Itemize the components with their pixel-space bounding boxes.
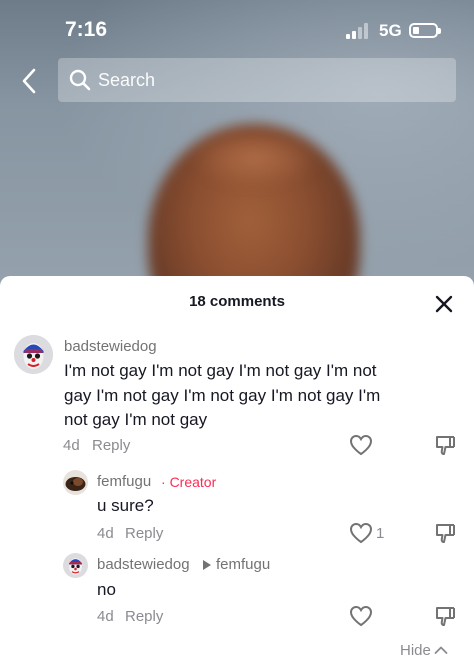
creator-badge: · Creator	[161, 474, 216, 490]
status-time: 7:16	[64, 18, 108, 41]
chevron-left-icon	[22, 68, 36, 94]
signal-strength-icon	[346, 23, 372, 39]
thumbs-down-icon	[436, 436, 455, 455]
chevron-up-icon	[434, 646, 448, 654]
network-type: 5G	[379, 21, 402, 40]
like-count: 1	[376, 525, 385, 542]
like-button[interactable]	[348, 433, 374, 457]
heart-outline-icon	[349, 522, 373, 544]
creator-badge-label: Creator	[169, 474, 217, 490]
avatar[interactable]	[14, 335, 53, 374]
dislike-button[interactable]	[433, 434, 457, 458]
comment-count: 18 comments	[189, 293, 285, 310]
badge-separator: ·	[161, 474, 166, 490]
reply-button[interactable]: Reply	[125, 525, 163, 542]
hide-replies-button[interactable]: Hide	[400, 639, 448, 661]
dog-photo-avatar-icon	[63, 470, 88, 495]
video-subject-highlight	[190, 128, 320, 188]
clown-mask-avatar-icon	[14, 335, 53, 374]
reply-button[interactable]: Reply	[92, 437, 130, 454]
comments-header: 18 comments	[0, 276, 474, 326]
close-icon	[435, 295, 453, 313]
thumbs-down-icon	[436, 524, 455, 543]
close-button[interactable]	[432, 292, 456, 316]
search-placeholder: Search	[98, 69, 156, 90]
dislike-button[interactable]	[433, 522, 457, 546]
reply-text: no	[97, 580, 116, 599]
reply-username[interactable]: femfugu	[97, 473, 151, 490]
comments-panel: 18 comments badstewiedog I'm not gay I'm…	[0, 276, 474, 670]
battery-icon	[409, 23, 441, 38]
like-button[interactable]	[348, 521, 374, 545]
reply-age: 4d	[97, 608, 114, 625]
reply-age: 4d	[97, 525, 114, 542]
search-icon	[69, 69, 91, 91]
heart-outline-icon	[349, 605, 373, 627]
status-bar: 7:16 5G	[0, 0, 474, 56]
heart-outline-icon	[349, 434, 373, 456]
back-button[interactable]	[12, 64, 46, 98]
like-button[interactable]	[348, 604, 374, 628]
search-bar[interactable]: Search	[58, 58, 456, 102]
hide-replies-label: Hide	[400, 641, 431, 659]
reply-target-username[interactable]: femfugu	[216, 556, 270, 573]
comment-text: I'm not gay I'm not gay I'm not gay I'm …	[64, 361, 381, 429]
reply-button[interactable]: Reply	[125, 608, 163, 625]
reply-arrow-icon	[203, 560, 211, 570]
comment-username[interactable]: badstewiedog	[64, 338, 157, 355]
reply-text: u sure?	[97, 496, 154, 515]
reply-username[interactable]: badstewiedog	[97, 556, 190, 573]
avatar[interactable]	[63, 470, 88, 495]
avatar[interactable]	[63, 553, 88, 578]
dislike-button[interactable]	[433, 605, 457, 629]
comment-age: 4d	[63, 437, 80, 454]
thumbs-down-icon	[436, 607, 455, 626]
clown-mask-avatar-icon	[63, 553, 88, 578]
